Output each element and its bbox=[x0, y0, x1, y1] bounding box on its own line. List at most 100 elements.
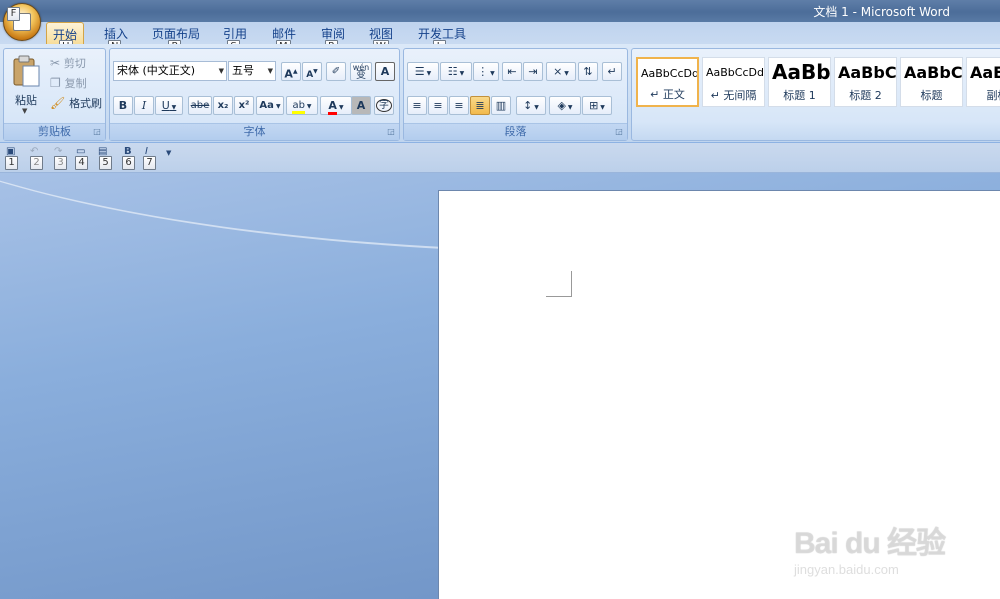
multilevel-list-button[interactable]: ⋮ ▼ bbox=[473, 62, 499, 81]
distributed-button[interactable]: ▥ bbox=[491, 96, 511, 115]
style-normal[interactable]: AaBbCcDd ↵ 正文 bbox=[636, 57, 699, 107]
multilevel-list-icon: ⋮ bbox=[477, 65, 489, 78]
chevron-down-icon: ▼ bbox=[532, 104, 539, 111]
paragraph-launcher-icon[interactable]: ◲ bbox=[614, 127, 624, 137]
font-name-combo[interactable]: 宋体 (中文正文) ▼ bbox=[113, 61, 227, 81]
paste-icon bbox=[13, 55, 40, 87]
keytip-qat-1: 1 bbox=[5, 156, 18, 170]
clipboard-launcher-icon[interactable]: ◲ bbox=[92, 127, 102, 137]
paste-button[interactable]: 粘贴 ▼ bbox=[8, 53, 44, 121]
justify-icon: ≣ bbox=[475, 99, 485, 112]
borders-icon: ⊞ bbox=[589, 99, 599, 112]
chevron-down-icon: ▼ bbox=[218, 67, 224, 75]
copy-button[interactable]: ❐ 复制 bbox=[50, 75, 87, 91]
sort-icon: ⇅ bbox=[583, 65, 593, 78]
chevron-down-icon: ▼ bbox=[565, 104, 573, 111]
ribbon: 粘贴 ▼ ✂ 剪切 ❐ 复制 🖌 格式刷 剪贴板 ◲ 宋体 (中文正文) ▼ 五… bbox=[0, 44, 1000, 143]
keytip-office: F bbox=[7, 7, 20, 21]
baidu-logo: Bai du 经验 bbox=[793, 527, 946, 560]
customize-qat-icon[interactable]: ▼ bbox=[166, 149, 171, 157]
chevron-down-icon: ▼ bbox=[457, 70, 465, 77]
font-color-button[interactable]: A ▼ bbox=[320, 96, 352, 115]
chevron-down-icon: ▼ bbox=[598, 104, 605, 111]
style-heading-1[interactable]: AaBb 标题 1 bbox=[768, 57, 831, 107]
chevron-down-icon: ▼ bbox=[267, 67, 273, 75]
increase-indent-button[interactable]: ⇥ bbox=[523, 62, 543, 81]
paragraph-mark-icon: ↵ bbox=[607, 65, 617, 78]
baidu-watermark: Bai du 经验 jingyan.baidu.com bbox=[793, 518, 946, 577]
character-border-button[interactable]: A bbox=[375, 62, 395, 81]
format-painter-button[interactable]: 🖌 格式刷 bbox=[50, 95, 102, 111]
numbered-list-icon: ☷ bbox=[447, 65, 458, 78]
align-left-icon: ≡ bbox=[412, 99, 422, 112]
title-bar: 文档 1 - Microsoft Word bbox=[0, 0, 1000, 22]
numbering-button[interactable]: ☷ ▼ bbox=[440, 62, 472, 81]
subscript-button[interactable]: x₂ bbox=[213, 96, 233, 115]
style-heading-2[interactable]: AaBbC 标题 2 bbox=[834, 57, 897, 107]
chevron-down-icon: ▼ bbox=[304, 103, 312, 110]
keytip-qat-4: 4 bbox=[75, 156, 88, 170]
increase-indent-icon: ⇥ bbox=[528, 65, 538, 78]
paste-label: 粘贴 bbox=[15, 94, 37, 107]
strikethrough-button[interactable]: abe bbox=[188, 96, 212, 115]
keytip-qat-6: 6 bbox=[122, 156, 135, 170]
cut-button[interactable]: ✂ 剪切 bbox=[50, 55, 86, 71]
clear-format-button[interactable]: ✐ bbox=[326, 62, 346, 81]
clipboard-group: 粘贴 ▼ ✂ 剪切 ❐ 复制 🖌 格式刷 剪贴板 ◲ bbox=[3, 48, 106, 141]
line-spacing-button[interactable]: ↕ ▼ bbox=[516, 96, 546, 115]
enclose-characters-button[interactable]: 字 bbox=[374, 96, 394, 115]
chinese-layout-icon: ⨯ bbox=[553, 65, 563, 78]
baidu-url: jingyan.baidu.com bbox=[793, 562, 899, 577]
align-center-button[interactable]: ≡ bbox=[428, 96, 448, 115]
quick-access-toolbar: ▣ ↶ ↷ ▭ ▤ B I ▼ 1 2 3 4 5 6 7 bbox=[0, 143, 1000, 173]
underline-button[interactable]: U ▼ bbox=[155, 96, 183, 115]
style-no-spacing[interactable]: AaBbCcDd ↵ 无间隔 bbox=[702, 57, 765, 107]
borders-button[interactable]: ⊞ ▼ bbox=[582, 96, 612, 115]
show-marks-button[interactable]: ↵ bbox=[602, 62, 622, 81]
paragraph-group: ☰ ▼ ☷ ▼ ⋮ ▼ ⇤ ⇥ ⨯ ▼ ⇅ ↵ ≡ ≡ ≡ ≣ ▥ ↕ ▼ ◈ … bbox=[403, 48, 628, 141]
phonetic-guide-button[interactable]: wén 变 bbox=[350, 62, 372, 81]
keytip-qat-7: 7 bbox=[143, 156, 156, 170]
align-center-icon: ≡ bbox=[433, 99, 443, 112]
window-title: 文档 1 - Microsoft Word bbox=[813, 5, 950, 19]
paste-dropdown-icon: ▼ bbox=[22, 107, 28, 115]
align-left-button[interactable]: ≡ bbox=[407, 96, 427, 115]
chevron-down-icon: ▼ bbox=[336, 104, 344, 111]
margin-corner-mark bbox=[546, 271, 572, 297]
align-right-button[interactable]: ≡ bbox=[449, 96, 469, 115]
style-title[interactable]: AaBbC 标题 bbox=[900, 57, 963, 107]
superscript-button[interactable]: x² bbox=[234, 96, 254, 115]
bullet-list-icon: ☰ bbox=[414, 65, 425, 78]
font-size-combo[interactable]: 五号 ▼ bbox=[228, 61, 276, 81]
document-workspace: Bai du 经验 jingyan.baidu.com bbox=[0, 173, 1000, 599]
font-group-label: 字体 bbox=[110, 123, 399, 140]
align-right-icon: ≡ bbox=[454, 99, 464, 112]
shading-button[interactable]: ◈ ▼ bbox=[549, 96, 581, 115]
style-subtitle[interactable]: AaE 副标 bbox=[966, 57, 1000, 107]
italic-button[interactable]: I bbox=[134, 96, 154, 115]
font-group: 宋体 (中文正文) ▼ 五号 ▼ A▲ A▼ ✐ wén 变 A B I U ▼… bbox=[109, 48, 400, 141]
character-shading-button[interactable]: A bbox=[351, 96, 371, 115]
scissors-icon: ✂ bbox=[50, 56, 61, 70]
paragraph-group-label: 段落 bbox=[404, 123, 627, 140]
keytip-qat-3: 3 bbox=[54, 156, 67, 170]
office-button[interactable]: F bbox=[3, 3, 41, 41]
paint-bucket-icon: ◈ bbox=[557, 99, 566, 112]
chevron-down-icon: ▼ bbox=[424, 70, 432, 77]
sort-button[interactable]: ⇅ bbox=[578, 62, 598, 81]
distributed-icon: ▥ bbox=[495, 99, 507, 112]
change-case-button[interactable]: Aa ▼ bbox=[256, 96, 284, 115]
chinese-layout-button[interactable]: ⨯ ▼ bbox=[546, 62, 576, 81]
chevron-down-icon: ▼ bbox=[273, 103, 281, 110]
shrink-font-button[interactable]: A▼ bbox=[302, 62, 322, 81]
chevron-down-icon: ▼ bbox=[562, 70, 569, 77]
justify-button[interactable]: ≣ bbox=[470, 96, 490, 115]
font-launcher-icon[interactable]: ◲ bbox=[386, 127, 396, 137]
chevron-down-icon: ▼ bbox=[169, 104, 177, 111]
bold-button[interactable]: B bbox=[113, 96, 133, 115]
highlight-button[interactable]: ab ▼ bbox=[286, 96, 318, 115]
decrease-indent-button[interactable]: ⇤ bbox=[502, 62, 522, 81]
styles-group: AaBbCcDd ↵ 正文 AaBbCcDd ↵ 无间隔 AaBb 标题 1 A… bbox=[631, 48, 1000, 141]
bullets-button[interactable]: ☰ ▼ bbox=[407, 62, 439, 81]
grow-font-button[interactable]: A▲ bbox=[281, 62, 301, 81]
